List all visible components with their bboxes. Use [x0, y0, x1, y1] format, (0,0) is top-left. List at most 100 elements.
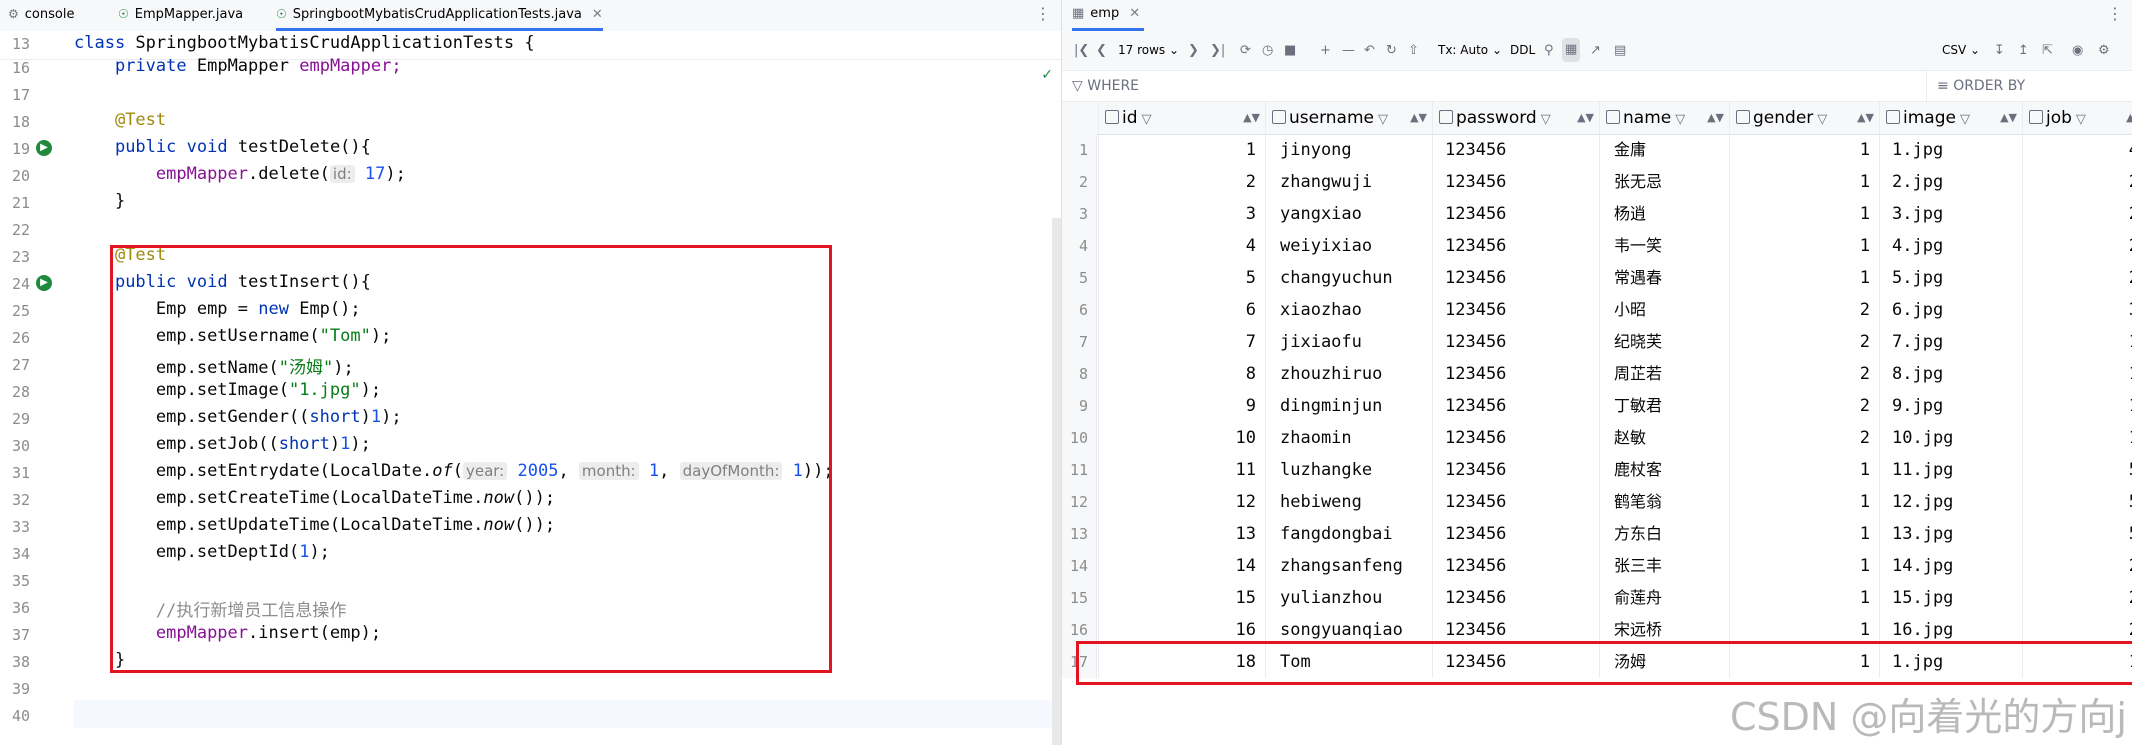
- row-number[interactable]: 8: [1062, 358, 1097, 390]
- cell-username[interactable]: jixiaofu: [1265, 326, 1431, 358]
- cell-name[interactable]: 鹿杖客: [1599, 454, 1728, 486]
- row-number[interactable]: 5: [1062, 262, 1097, 294]
- cell-username[interactable]: xiaozhao: [1265, 294, 1431, 326]
- eye-icon[interactable]: ◉: [2072, 31, 2083, 70]
- more-vertical-icon[interactable]: ⋮: [1035, 4, 1051, 23]
- close-icon[interactable]: ✕: [1129, 6, 1140, 21]
- cell-image[interactable]: 14.jpg: [1879, 550, 2021, 582]
- column-header-image[interactable]: image ▽ ▲▼: [1879, 102, 2023, 134]
- table-row[interactable]: 33yangxiao123456杨逍13.jpg22008-: [1062, 198, 2132, 230]
- cell-image[interactable]: 13.jpg: [1879, 518, 2021, 550]
- cell-username[interactable]: zhangwuji: [1265, 166, 1431, 198]
- cell-gender[interactable]: 2: [1729, 358, 1878, 390]
- cell-image[interactable]: 12.jpg: [1879, 486, 2021, 518]
- cell-name[interactable]: 张三丰: [1599, 550, 1728, 582]
- cell-gender[interactable]: 2: [1729, 326, 1878, 358]
- cell-image[interactable]: 4.jpg: [1879, 230, 2021, 262]
- prev-page-icon[interactable]: ❮: [1096, 31, 1107, 70]
- cell-username[interactable]: zhaomin: [1265, 422, 1431, 454]
- chart-icon[interactable]: ↗: [1590, 31, 1601, 70]
- ddl-button[interactable]: DDL: [1510, 31, 1535, 70]
- cell-name[interactable]: 常遇春: [1599, 262, 1728, 294]
- cell-username[interactable]: hebiweng: [1265, 486, 1431, 518]
- column-header-gender[interactable]: gender ▽ ▲▼: [1729, 102, 1880, 134]
- cell-name[interactable]: 纪晓芙: [1599, 326, 1728, 358]
- table-row[interactable]: 1212hebiweng123456鹤笔翁112.jpg52008-: [1062, 486, 2132, 518]
- cell-image[interactable]: 7.jpg: [1879, 326, 2021, 358]
- cell-username[interactable]: zhouzhiruo: [1265, 358, 1431, 390]
- row-number[interactable]: 6: [1062, 294, 1097, 326]
- cell-id[interactable]: 1: [1098, 134, 1264, 166]
- cell-job[interactable]: 2: [2022, 582, 2132, 614]
- cell-name[interactable]: 方东白: [1599, 518, 1728, 550]
- cell-image[interactable]: 8.jpg: [1879, 358, 2021, 390]
- cell-username[interactable]: dingminjun: [1265, 390, 1431, 422]
- tab-tests[interactable]: ☉ SpringbootMybatisCrudApplicationTests.j…: [276, 0, 603, 31]
- cell-id[interactable]: 10: [1098, 422, 1264, 454]
- cell-password[interactable]: 123456: [1432, 422, 1598, 454]
- cell-password[interactable]: 123456: [1432, 518, 1598, 550]
- row-number[interactable]: 4: [1062, 230, 1097, 262]
- cell-id[interactable]: 2: [1098, 166, 1264, 198]
- cell-image[interactable]: 3.jpg: [1879, 198, 2021, 230]
- cell-job[interactable]: 2: [2022, 550, 2132, 582]
- cell-username[interactable]: weiyixiao: [1265, 230, 1431, 262]
- cell-id[interactable]: 9: [1098, 390, 1264, 422]
- table-row[interactable]: 11jinyong123456金庸11.jpg42000-: [1062, 134, 2132, 166]
- filter-icon[interactable]: ▽: [1541, 112, 1551, 127]
- stop-icon[interactable]: ■: [1284, 31, 1296, 70]
- cell-password[interactable]: 123456: [1432, 294, 1598, 326]
- column-header-id[interactable]: id ▽ ▲▼: [1098, 102, 1266, 134]
- table-row[interactable]: 77jixiaofu123456纪晓芙27.jpg12005-: [1062, 326, 2132, 358]
- cell-gender[interactable]: 2: [1729, 294, 1878, 326]
- cell-username[interactable]: changyuchun: [1265, 262, 1431, 294]
- table-row[interactable]: 66xiaozhao123456小昭26.jpg32013-: [1062, 294, 2132, 326]
- cell-name[interactable]: 韦一笑: [1599, 230, 1728, 262]
- cell-gender[interactable]: 2: [1729, 390, 1878, 422]
- filter-icon[interactable]: ▽: [1960, 112, 1970, 127]
- download-icon[interactable]: ↧: [1994, 31, 2005, 70]
- sort-icon[interactable]: ▲▼: [1857, 102, 1874, 134]
- cell-password[interactable]: 123456: [1432, 262, 1598, 294]
- cell-password[interactable]: 123456: [1432, 582, 1598, 614]
- cell-job[interactable]: 5: [2022, 454, 2132, 486]
- cell-username[interactable]: yangxiao: [1265, 198, 1431, 230]
- cell-job[interactable]: 5: [2022, 486, 2132, 518]
- cell-username[interactable]: luzhangke: [1265, 454, 1431, 486]
- cell-password[interactable]: 123456: [1432, 326, 1598, 358]
- column-header-username[interactable]: username ▽ ▲▼: [1265, 102, 1433, 134]
- cell-image[interactable]: 15.jpg: [1879, 582, 2021, 614]
- cell-job[interactable]: 2: [2022, 166, 2132, 198]
- row-number[interactable]: 14: [1062, 550, 1097, 582]
- add-row-icon[interactable]: +: [1320, 31, 1331, 70]
- grid-view-icon[interactable]: ▦: [1562, 38, 1581, 62]
- cell-gender[interactable]: 1: [1729, 582, 1878, 614]
- table-row[interactable]: 1010zhaomin123456赵敏210.jpg12013-: [1062, 422, 2132, 454]
- layout-icon[interactable]: ▤: [1614, 31, 1626, 70]
- close-icon[interactable]: ✕: [592, 7, 603, 22]
- cell-gender[interactable]: 1: [1729, 166, 1878, 198]
- tab-emp[interactable]: ▦ emp ✕: [1072, 0, 1145, 31]
- cell-job[interactable]: 2: [2022, 262, 2132, 294]
- next-page-icon[interactable]: ❯: [1188, 31, 1199, 70]
- table-row[interactable]: 1515yulianzhou123456俞莲舟115.jpg22011-: [1062, 582, 2132, 614]
- table-row[interactable]: 1313fangdongbai123456方东白113.jpg52012-: [1062, 518, 2132, 550]
- cell-id[interactable]: 4: [1098, 230, 1264, 262]
- filter-icon[interactable]: ▽: [2076, 112, 2086, 127]
- cell-gender[interactable]: 2: [1729, 422, 1878, 454]
- code-editor[interactable]: ⚙ console ☉ EmpMapper.java ☉ SpringbootMyba…: [0, 0, 1061, 745]
- sort-icon[interactable]: ▲▼: [1243, 102, 1260, 134]
- where-filter[interactable]: ▽ WHERE: [1072, 71, 1139, 101]
- filter-icon[interactable]: ▽: [1378, 112, 1388, 127]
- cell-gender[interactable]: 1: [1729, 486, 1878, 518]
- sort-icon[interactable]: ▲▼: [2126, 102, 2132, 134]
- cell-image[interactable]: 9.jpg: [1879, 390, 2021, 422]
- row-number[interactable]: 3: [1062, 198, 1097, 230]
- cell-password[interactable]: 123456: [1432, 550, 1598, 582]
- database-panel[interactable]: ▦ emp ✕ ⋮ |❮ ❮ 17 rows ⌄ ❯ ❯| ⟳ ◷ ■ + — ↶ …: [1061, 0, 2132, 745]
- column-header-job[interactable]: job▽▲▼: [2022, 102, 2132, 134]
- cell-username[interactable]: yulianzhou: [1265, 582, 1431, 614]
- cell-image[interactable]: 5.jpg: [1879, 262, 2021, 294]
- cell-gender[interactable]: 1: [1729, 134, 1878, 166]
- cell-job[interactable]: 1: [2022, 390, 2132, 422]
